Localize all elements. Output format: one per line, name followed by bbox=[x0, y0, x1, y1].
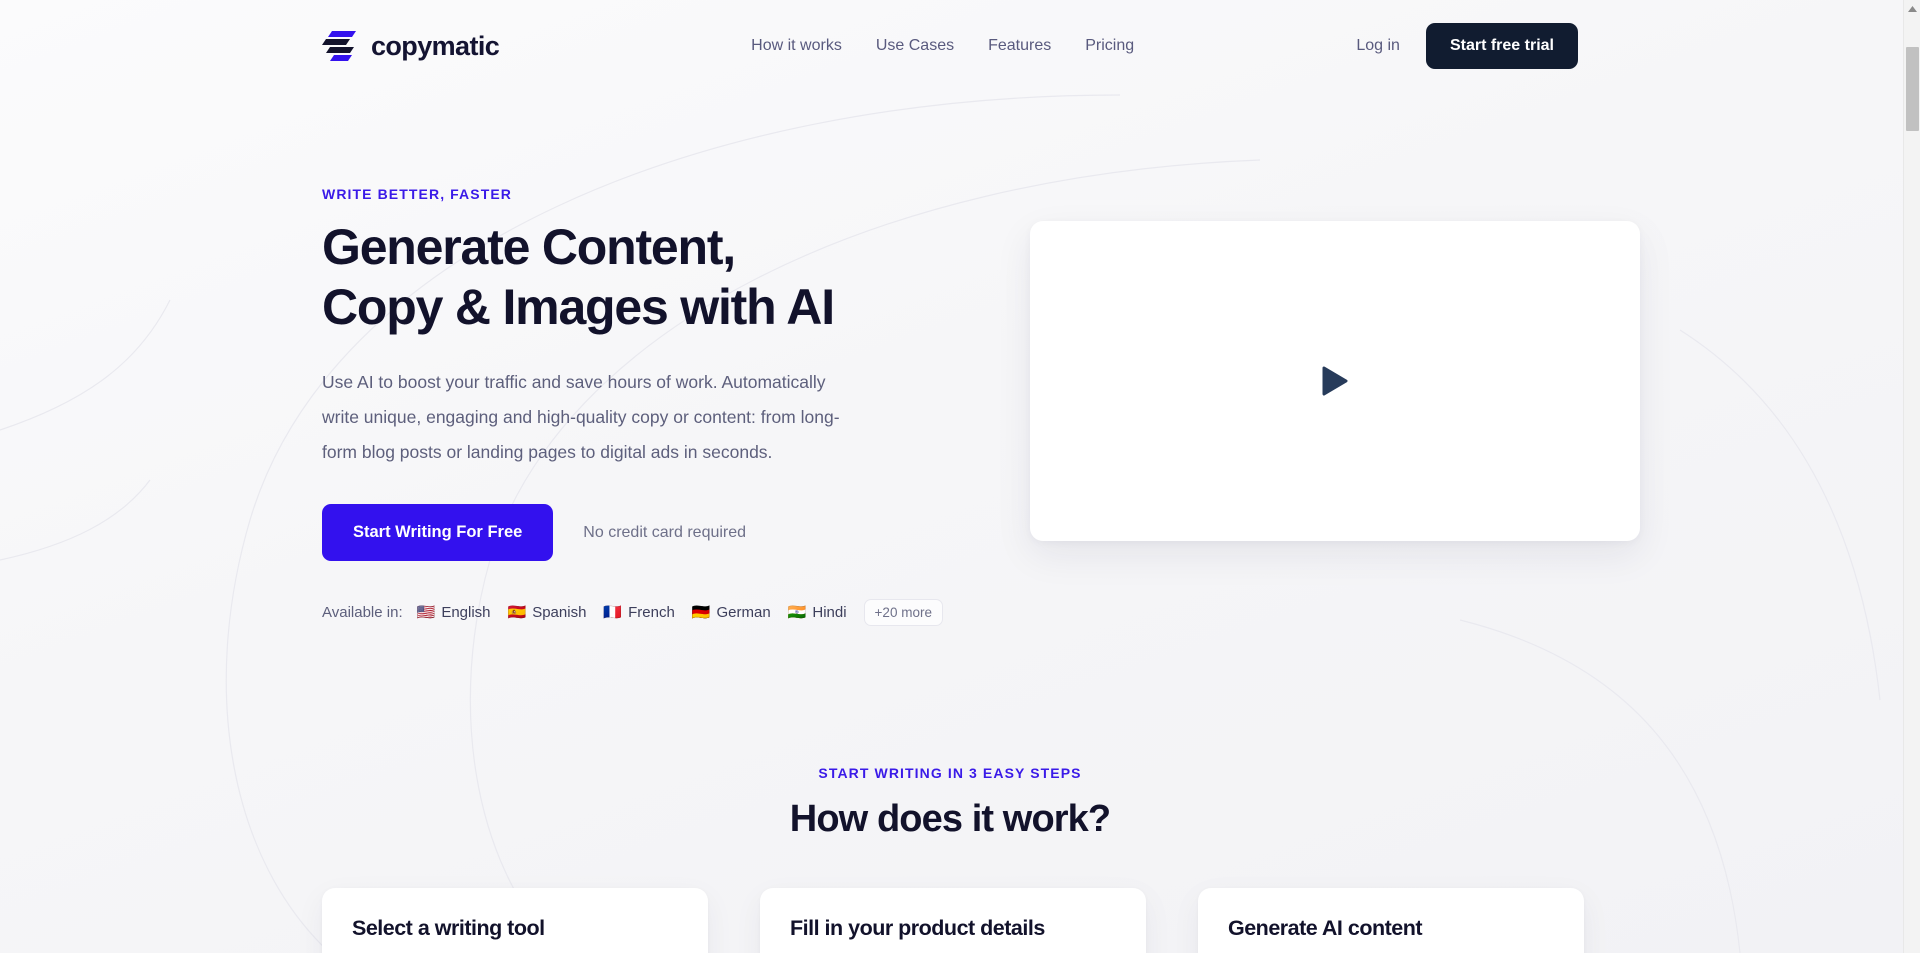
languages-label: Available in: bbox=[322, 604, 403, 621]
step-card-1: Select a writing tool Choose from a wide… bbox=[322, 888, 708, 953]
step-3-title: Generate AI content bbox=[1228, 916, 1423, 940]
hero-copy: WRITE BETTER, FASTER Generate Content, C… bbox=[322, 186, 962, 626]
language-german[interactable]: 🇩🇪 German bbox=[692, 604, 771, 621]
language-spanish[interactable]: 🇪🇸 Spanish bbox=[508, 604, 587, 621]
hero-cta-row: Start Writing For Free No credit card re… bbox=[322, 504, 962, 561]
hero-section: WRITE BETTER, FASTER Generate Content, C… bbox=[322, 186, 1640, 626]
language-english[interactable]: 🇺🇸 English bbox=[417, 604, 491, 621]
site-header: copymatic How it works Use Cases Feature… bbox=[0, 0, 1900, 92]
page-scrollbar[interactable] bbox=[1903, 0, 1920, 953]
flag-fr-icon: 🇫🇷 bbox=[603, 604, 623, 621]
flag-us-icon: 🇺🇸 bbox=[416, 604, 436, 621]
scroll-up-arrow-icon[interactable] bbox=[1904, 0, 1920, 17]
page-content: copymatic How it works Use Cases Feature… bbox=[0, 0, 1900, 953]
header-actions: Log in Start free trial bbox=[1356, 23, 1578, 69]
flag-es-icon: 🇪🇸 bbox=[507, 604, 527, 621]
logo[interactable]: copymatic bbox=[322, 29, 500, 63]
start-writing-for-free-button[interactable]: Start Writing For Free bbox=[322, 504, 554, 561]
page-title: Generate Content, Copy & Images with AI bbox=[322, 218, 962, 337]
scrollbar-thumb[interactable] bbox=[1906, 47, 1919, 131]
nav-item-how-it-works[interactable]: How it works bbox=[751, 37, 842, 55]
step-2-title: Fill in your product details bbox=[790, 916, 1045, 940]
step-card-3: Generate AI content Our highly trained A… bbox=[1198, 888, 1584, 953]
hero-video-player[interactable] bbox=[1030, 221, 1640, 541]
no-credit-card-note: No credit card required bbox=[583, 523, 747, 541]
step-1-title: Select a writing tool bbox=[352, 916, 545, 940]
hero-subtitle: Use AI to boost your traffic and save ho… bbox=[322, 372, 840, 462]
logo-text: copymatic bbox=[371, 30, 500, 61]
play-triangle-icon[interactable] bbox=[1322, 366, 1348, 396]
main-navigation: How it works Use Cases Features Pricing bbox=[751, 37, 1134, 55]
hero-title-line-1: Generate Content, bbox=[322, 219, 736, 275]
nav-item-pricing[interactable]: Pricing bbox=[1085, 37, 1134, 55]
language-spanish-label: Spanish bbox=[532, 604, 587, 621]
how-it-works-eyebrow: START WRITING IN 3 EASY STEPS bbox=[818, 765, 1082, 781]
language-german-label: German bbox=[716, 604, 771, 621]
browser-viewport: copymatic How it works Use Cases Feature… bbox=[0, 0, 1920, 953]
start-free-trial-button[interactable]: Start free trial bbox=[1425, 23, 1578, 69]
hero-title-line-2: Copy & Images with AI bbox=[322, 278, 835, 335]
flag-de-icon: 🇩🇪 bbox=[691, 604, 711, 621]
nav-item-use-cases[interactable]: Use Cases bbox=[876, 37, 954, 55]
step-card-2: Fill in your product details Explain wit… bbox=[760, 888, 1146, 953]
nav-item-features[interactable]: Features bbox=[988, 37, 1051, 55]
language-french[interactable]: 🇫🇷 French bbox=[603, 604, 674, 621]
steps-row: Select a writing tool Choose from a wide… bbox=[322, 888, 1584, 953]
more-languages-badge[interactable]: +20 more bbox=[863, 599, 943, 626]
language-hindi-label: Hindi bbox=[812, 604, 847, 621]
hero-eyebrow: WRITE BETTER, FASTER bbox=[322, 186, 512, 202]
available-languages: Available in: 🇺🇸 English 🇪🇸 Spanish 🇫🇷 F… bbox=[322, 599, 962, 626]
how-it-works-title: How does it work? bbox=[789, 798, 1111, 840]
login-link[interactable]: Log in bbox=[1356, 37, 1400, 55]
language-english-label: English bbox=[441, 604, 491, 621]
copymatic-logo-icon bbox=[322, 31, 356, 61]
flag-in-icon: 🇮🇳 bbox=[787, 604, 807, 621]
how-it-works-section: START WRITING IN 3 EASY STEPS How does i… bbox=[0, 765, 1900, 841]
language-hindi[interactable]: 🇮🇳 Hindi bbox=[788, 604, 847, 621]
language-french-label: French bbox=[628, 604, 675, 621]
